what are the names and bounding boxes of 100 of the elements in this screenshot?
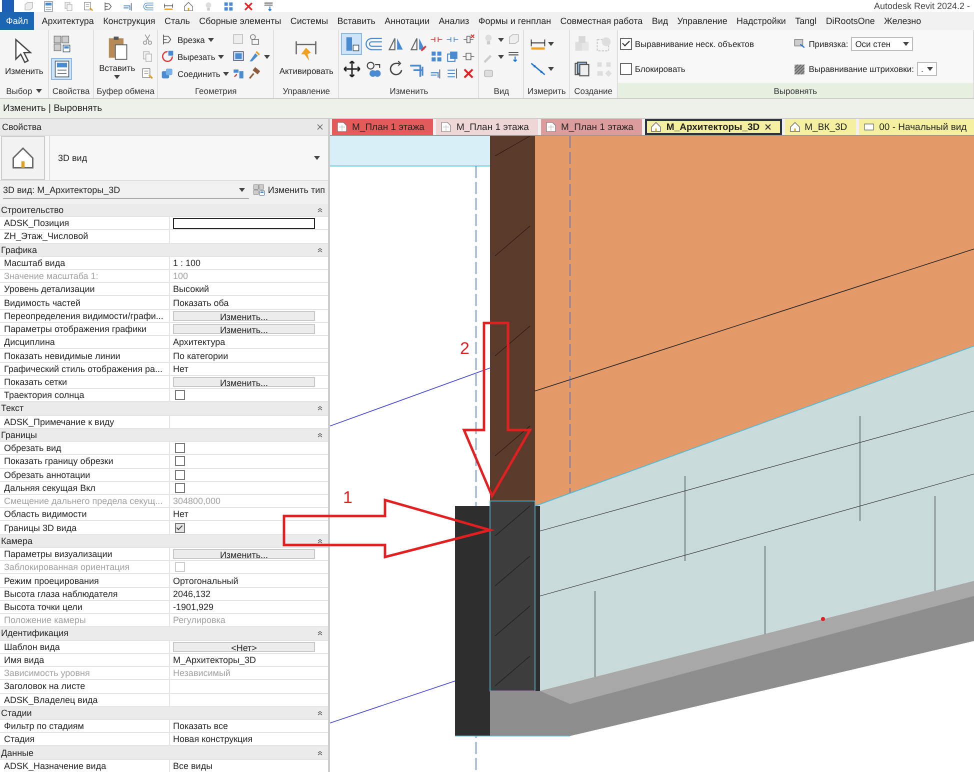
annotation-label: 1 (343, 488, 352, 507)
tool-icon (248, 50, 262, 63)
view-icon (863, 121, 876, 133)
ribbon-tab[interactable]: Tangl (790, 12, 822, 30)
property-label: Показать невидимые линии (4, 350, 120, 361)
edit-button[interactable]: Изменить... (173, 376, 315, 387)
group-header[interactable]: Стадии (0, 706, 328, 720)
checkbox-label: Блокировать (634, 64, 686, 74)
tool-icon (232, 67, 246, 80)
checkbox[interactable] (175, 522, 185, 533)
tool-button[interactable] (51, 58, 72, 80)
ribbon-tab[interactable]: Железно (879, 12, 926, 30)
edit-type-button[interactable]: Изменить тип (252, 184, 325, 196)
group-header[interactable]: Границы (0, 428, 328, 442)
tool-icon (342, 60, 361, 78)
property-label: Имя вида (4, 654, 44, 665)
property-value: Нет (173, 509, 188, 520)
group-header[interactable]: Текст (0, 402, 328, 416)
ribbon-tab[interactable]: Формы и генплан (474, 12, 556, 30)
tool-button[interactable] (341, 32, 362, 55)
ribbon-tab[interactable]: Аннотации (380, 12, 434, 30)
tool-icon (446, 50, 460, 63)
ribbon-tab[interactable]: DiRootsOne (821, 12, 880, 30)
checkbox[interactable] (620, 38, 632, 50)
ribbon-tab[interactable]: Сталь (160, 12, 195, 30)
ribbon-tab[interactable]: Анализ (434, 12, 474, 30)
tool-icon (232, 33, 246, 46)
checkbox[interactable] (175, 470, 185, 480)
view-tab[interactable]: М_План 1 этажа (540, 119, 642, 135)
file-menu-button[interactable]: Файл (0, 12, 34, 30)
group-header[interactable]: Строительство (0, 204, 328, 218)
property-value: Архитектура (173, 337, 226, 348)
edit-button[interactable]: Изменить... (173, 310, 315, 321)
tool-button[interactable]: Врезка (160, 32, 230, 48)
checkbox[interactable] (175, 443, 185, 454)
tool-icon (792, 62, 806, 76)
group-header[interactable]: Идентификация (0, 627, 328, 641)
ribbon-tab[interactable]: Системы (286, 12, 333, 30)
checkbox[interactable] (175, 456, 185, 466)
ribbon-tab[interactable]: Сборные элементы (194, 12, 286, 30)
tool-button[interactable]: Активировать (276, 31, 336, 82)
view-tab[interactable]: М_Архитекторы_3D (645, 119, 782, 135)
property-label: Заголовок на листе (4, 681, 86, 692)
house-icon (650, 121, 662, 133)
property-label: Область видимости (4, 509, 87, 520)
input-field[interactable] (173, 218, 315, 229)
tool-button[interactable] (247, 48, 272, 64)
floor-plan-icon (440, 121, 452, 133)
caret-icon (927, 67, 934, 72)
ribbon-tab[interactable]: Надстройки (732, 12, 791, 30)
property-label: Графический стиль отображения ра... (4, 364, 162, 374)
view-tab[interactable]: М_План 1 этажа (332, 119, 434, 135)
ribbon-tab[interactable]: Совместная работа (556, 12, 648, 30)
property-value: Ортогональный (173, 576, 238, 586)
checkbox-label: Выравнивание неск. объектов (634, 38, 754, 49)
checkbox[interactable] (175, 482, 185, 493)
field-label: Привязка: (808, 38, 848, 49)
tool-icon (792, 37, 806, 50)
ribbon-tab[interactable]: Вставить (332, 12, 380, 30)
checkbox[interactable] (620, 63, 632, 76)
property-label: Дисциплина (4, 337, 55, 348)
ribbon-tab[interactable]: Управление (672, 12, 732, 30)
property-value: 2046,132 (173, 588, 211, 599)
view-tab[interactable]: М_План 1 этажа (436, 119, 538, 135)
edit-button[interactable]: Изменить... (173, 324, 315, 334)
tool-button[interactable]: Изменить (2, 31, 46, 82)
panel-title: Измерить (527, 86, 566, 96)
tool-button[interactable]: Вырезать (160, 48, 230, 64)
edit-type-icon (252, 184, 265, 196)
instance-selector[interactable]: 3D вид: М_Архитекторы_3D (3, 182, 249, 199)
property-label: Заблокированная ориентация (4, 562, 130, 572)
tool-button[interactable]: Соединить (160, 66, 230, 82)
view-tab[interactable]: М_ВК_3D (784, 119, 856, 135)
ribbon-tab[interactable]: Вид (647, 12, 673, 30)
tool-icon (52, 34, 71, 53)
tool-button[interactable]: Вставить (96, 31, 139, 82)
dropdown[interactable]: Оси стен (851, 36, 914, 51)
ribbon-tab[interactable]: Архитектура (37, 12, 98, 30)
dropdown[interactable]: . (916, 62, 938, 76)
tool-icon (595, 60, 614, 78)
panel-title: Выбор (6, 86, 32, 96)
view-tab[interactable]: 00 - Начальный вид (859, 119, 974, 135)
options-bar-text: Изменить | Выровнять (3, 103, 102, 114)
property-value: По категории (173, 350, 228, 361)
edit-button[interactable]: Изменить... (173, 549, 315, 560)
edit-button[interactable]: <Нет> (173, 642, 315, 652)
group-header[interactable]: Графика (0, 244, 328, 257)
group-header[interactable]: Данные (0, 746, 328, 760)
tool-icon (161, 67, 174, 80)
checkbox[interactable] (175, 390, 185, 400)
panel-title: Управление (282, 86, 330, 96)
property-value: Показать оба (173, 298, 229, 308)
toolbar-icon (123, 0, 134, 12)
tool-icon (462, 33, 476, 46)
property-value: 304800,000 (173, 496, 221, 506)
toolbar-icon (223, 0, 234, 12)
property-value: Новая конструкция (173, 734, 253, 744)
property-value: Высокий (173, 284, 210, 294)
group-header[interactable]: Камера (0, 534, 328, 548)
ribbon-tab[interactable]: Конструкция (98, 12, 160, 30)
